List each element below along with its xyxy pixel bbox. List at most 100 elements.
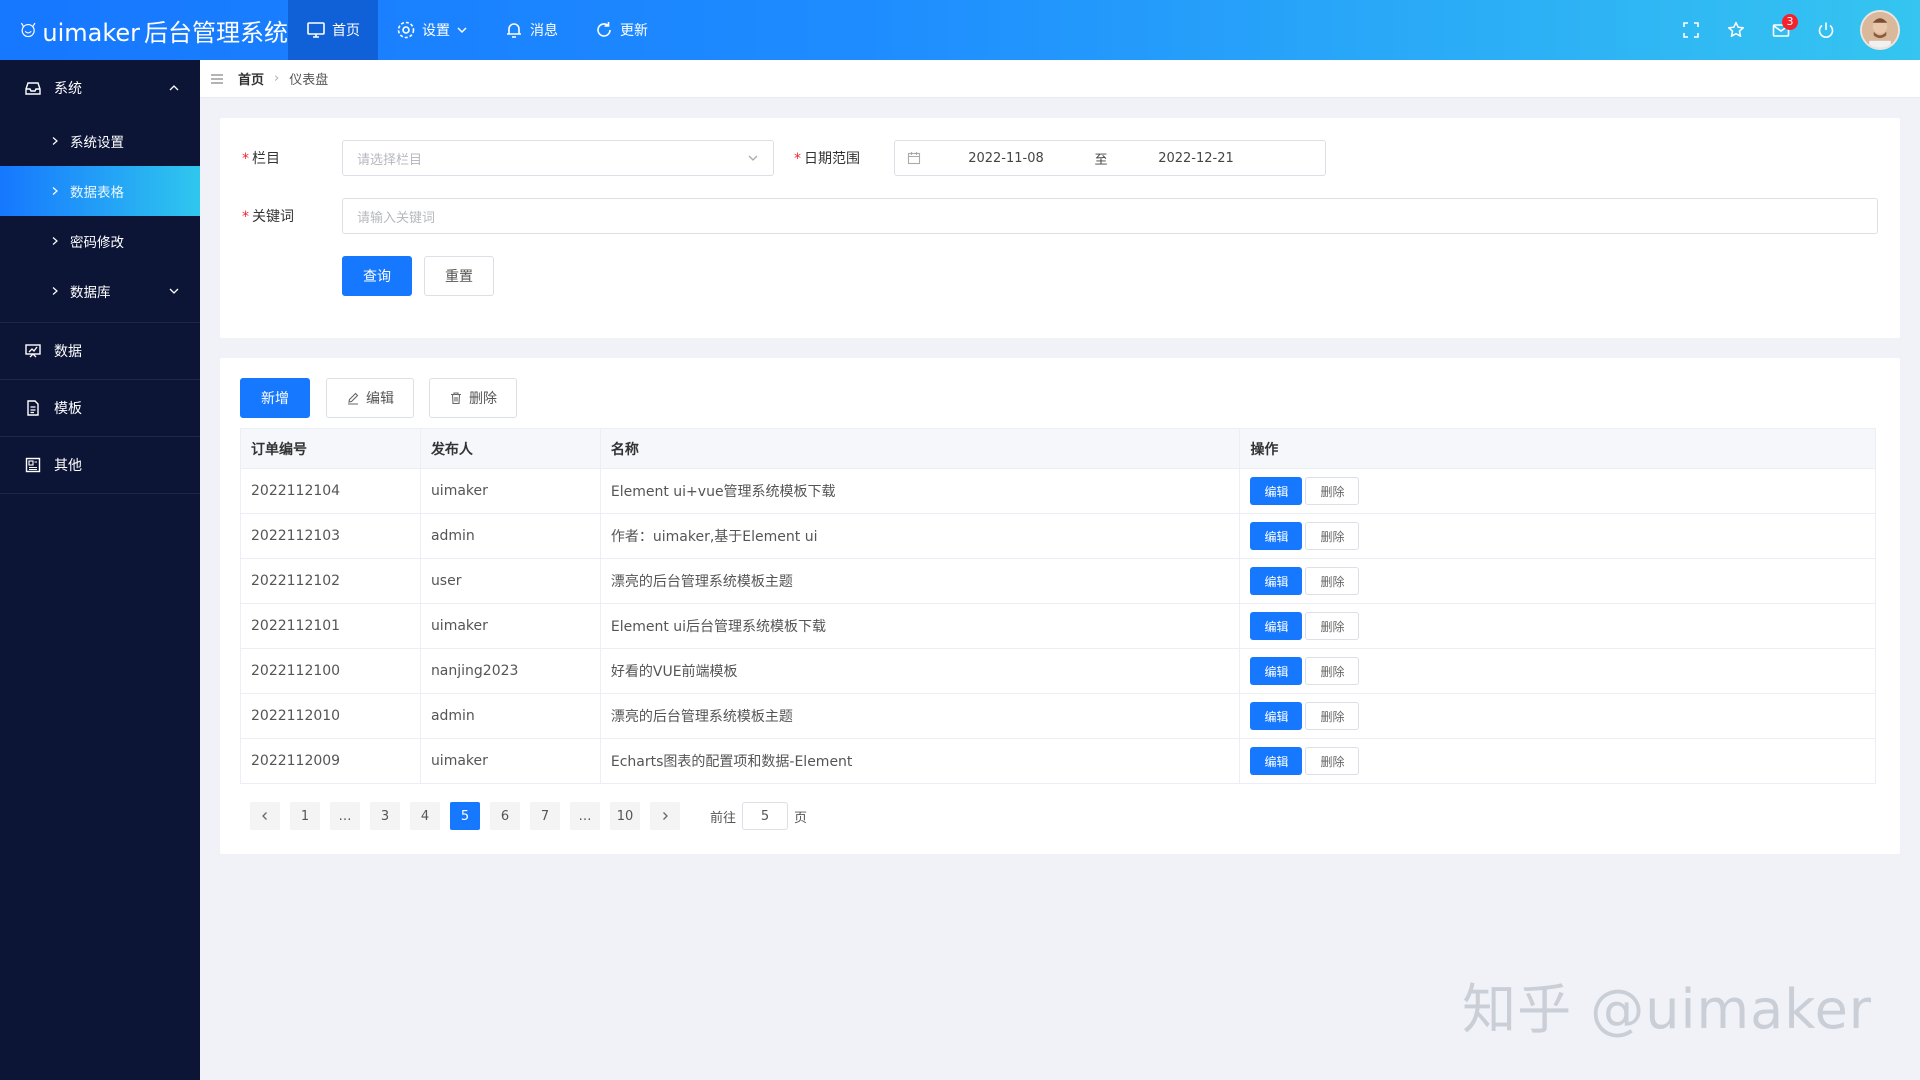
cell-order-id: 2022112010 xyxy=(240,693,421,739)
sidebar-sub-label: 密码修改 xyxy=(70,235,124,251)
breadcrumb-home[interactable]: 首页 xyxy=(238,69,264,88)
page-button[interactable]: 5 xyxy=(450,802,480,830)
cell-author: nanjing2023 xyxy=(419,648,601,694)
row-edit-button[interactable]: 编辑 xyxy=(1250,612,1303,640)
date-start[interactable]: 2022-11-08 xyxy=(931,151,1081,166)
cell-author: admin xyxy=(419,693,601,739)
cell-order-id: 2022112009 xyxy=(240,738,421,784)
table-body: 2022112104 uimaker Element ui+vue管理系统模板下载编… xyxy=(240,468,1876,784)
sidebar-sub-label: 数据表格 xyxy=(70,185,124,201)
top-bar: uimaker 后台管理系统 首页 设置 消息 更新 3 xyxy=(0,0,1920,60)
gear-icon xyxy=(397,21,415,39)
sidebar-item-system-settings[interactable]: 系统设置 xyxy=(0,116,200,166)
mail-button[interactable]: 3 xyxy=(1758,0,1803,60)
mail-badge: 3 xyxy=(1782,14,1798,30)
next-page-button[interactable] xyxy=(650,802,680,830)
nav-settings[interactable]: 设置 xyxy=(378,0,486,60)
sidebar-item-system[interactable]: 系统 xyxy=(0,60,200,116)
sidebar: 系统 系统设置 数据表格 密码修改 数据库 数据 模板 其他 xyxy=(0,60,200,1080)
table-card: 新增 编辑 删除 订单编号 发布人 名称 操作 2022112104 uimake… xyxy=(220,358,1900,854)
cell-order-id: 2022112101 xyxy=(240,603,421,649)
cell-author: uimaker xyxy=(419,468,601,514)
sidebar-item-template-label: 模板 xyxy=(54,401,82,417)
page-button[interactable]: 6 xyxy=(490,802,520,830)
sidebar-item-system-label: 系统 xyxy=(54,81,82,97)
row-delete-button[interactable]: 删除 xyxy=(1305,477,1360,505)
row-delete-button[interactable]: 删除 xyxy=(1305,612,1360,640)
date-end[interactable]: 2022-12-21 xyxy=(1121,151,1271,166)
query-button[interactable]: 查询 xyxy=(342,256,412,296)
table-row: 2022112010 admin 漂亮的后台管理系统模板主题 编辑 删除 xyxy=(240,693,1876,739)
table-toolbar: 新增 编辑 删除 xyxy=(240,378,517,418)
sidebar-item-password[interactable]: 密码修改 xyxy=(0,216,200,266)
row-edit-button[interactable]: 编辑 xyxy=(1250,477,1303,505)
sidebar-item-template[interactable]: 模板 xyxy=(0,380,200,436)
cell-actions: 编辑 删除 xyxy=(1239,648,1876,694)
power-button[interactable] xyxy=(1803,0,1848,60)
column-header-order-id: 订单编号 xyxy=(240,428,421,469)
goto-page: 前往 5 页 xyxy=(710,802,807,830)
star-icon xyxy=(1727,21,1744,38)
app-logo[interactable]: uimaker 后台管理系统 xyxy=(0,0,288,60)
goto-page-input[interactable]: 5 xyxy=(742,802,789,830)
date-range-picker[interactable]: 2022-11-08 至 2022-12-21 xyxy=(894,140,1326,176)
row-edit-button[interactable]: 编辑 xyxy=(1250,657,1303,685)
row-delete-button[interactable]: 删除 xyxy=(1305,747,1360,775)
column-select[interactable]: 请选择栏目 xyxy=(342,140,774,176)
sidebar-item-data[interactable]: 数据 xyxy=(0,323,200,379)
user-avatar[interactable] xyxy=(1860,10,1900,50)
logo-icon xyxy=(21,22,36,38)
cell-order-id: 2022112103 xyxy=(240,513,421,559)
sidebar-item-database[interactable]: 数据库 xyxy=(0,266,200,316)
keyword-input[interactable]: 请输入关键词 xyxy=(342,198,1878,234)
delete-button[interactable]: 删除 xyxy=(429,378,517,418)
cell-name: 漂亮的后台管理系统模板主题 xyxy=(599,693,1241,739)
row-edit-button[interactable]: 编辑 xyxy=(1250,702,1303,730)
favorite-button[interactable] xyxy=(1713,0,1758,60)
table-header-row: 订单编号 发布人 名称 操作 xyxy=(240,428,1876,469)
keyword-field-row: * 关键词 请输入关键词 xyxy=(242,198,1878,234)
nav-home[interactable]: 首页 xyxy=(288,0,378,60)
pagination: 1… 3 4 5 6 7… 10 前往 5 页 xyxy=(250,802,807,830)
sidebar-sub-label: 数据库 xyxy=(70,285,111,301)
top-nav: 首页 设置 消息 更新 xyxy=(288,0,666,60)
page-button[interactable]: 10 xyxy=(610,802,640,830)
row-edit-button[interactable]: 编辑 xyxy=(1250,567,1303,595)
breadcrumb: 首页 › 仪表盘 xyxy=(200,60,1920,98)
row-delete-button[interactable]: 删除 xyxy=(1305,522,1360,550)
row-edit-button[interactable]: 编辑 xyxy=(1250,747,1303,775)
bell-icon xyxy=(507,23,521,38)
chevron-left-icon xyxy=(262,812,267,820)
sidebar-item-other[interactable]: 其他 xyxy=(0,437,200,493)
row-delete-button[interactable]: 删除 xyxy=(1305,702,1360,730)
app-title: uimaker 后台管理系统 xyxy=(42,18,288,47)
cell-actions: 编辑 删除 xyxy=(1239,603,1876,649)
menu-toggle-icon[interactable] xyxy=(210,72,224,86)
page-button[interactable]: 3 xyxy=(370,802,400,830)
table-row: 2022112009 uimaker Echarts图表的配置项和数据-Elemen… xyxy=(240,738,1876,784)
edit-icon xyxy=(348,392,359,405)
page-button[interactable]: 4 xyxy=(410,802,440,830)
nav-messages[interactable]: 消息 xyxy=(486,0,576,60)
prev-page-button[interactable] xyxy=(250,802,280,830)
row-delete-button[interactable]: 删除 xyxy=(1305,657,1360,685)
nav-update[interactable]: 更新 xyxy=(576,0,666,60)
fullscreen-button[interactable] xyxy=(1668,0,1713,60)
row-edit-button[interactable]: 编辑 xyxy=(1250,522,1303,550)
reset-button[interactable]: 重置 xyxy=(424,256,494,296)
row-delete-button[interactable]: 删除 xyxy=(1305,567,1360,595)
chevron-right-icon xyxy=(663,812,668,820)
cell-name: Echarts图表的配置项和数据-Element xyxy=(599,738,1241,784)
page-ellipsis[interactable]: … xyxy=(330,802,360,830)
page-button[interactable]: 7 xyxy=(530,802,560,830)
refresh-icon xyxy=(597,22,611,37)
edit-button[interactable]: 编辑 xyxy=(326,378,414,418)
page-ellipsis[interactable]: … xyxy=(570,802,600,830)
breadcrumb-current: 仪表盘 xyxy=(289,73,329,88)
keyword-placeholder: 请输入关键词 xyxy=(357,210,436,226)
sidebar-item-data-table[interactable]: 数据表格 xyxy=(0,166,200,216)
sidebar-group-system: 系统 系统设置 数据表格 密码修改 数据库 xyxy=(0,60,200,323)
page-button[interactable]: 1 xyxy=(290,802,320,830)
delete-button-label: 删除 xyxy=(469,391,497,407)
add-button[interactable]: 新增 xyxy=(240,378,310,418)
